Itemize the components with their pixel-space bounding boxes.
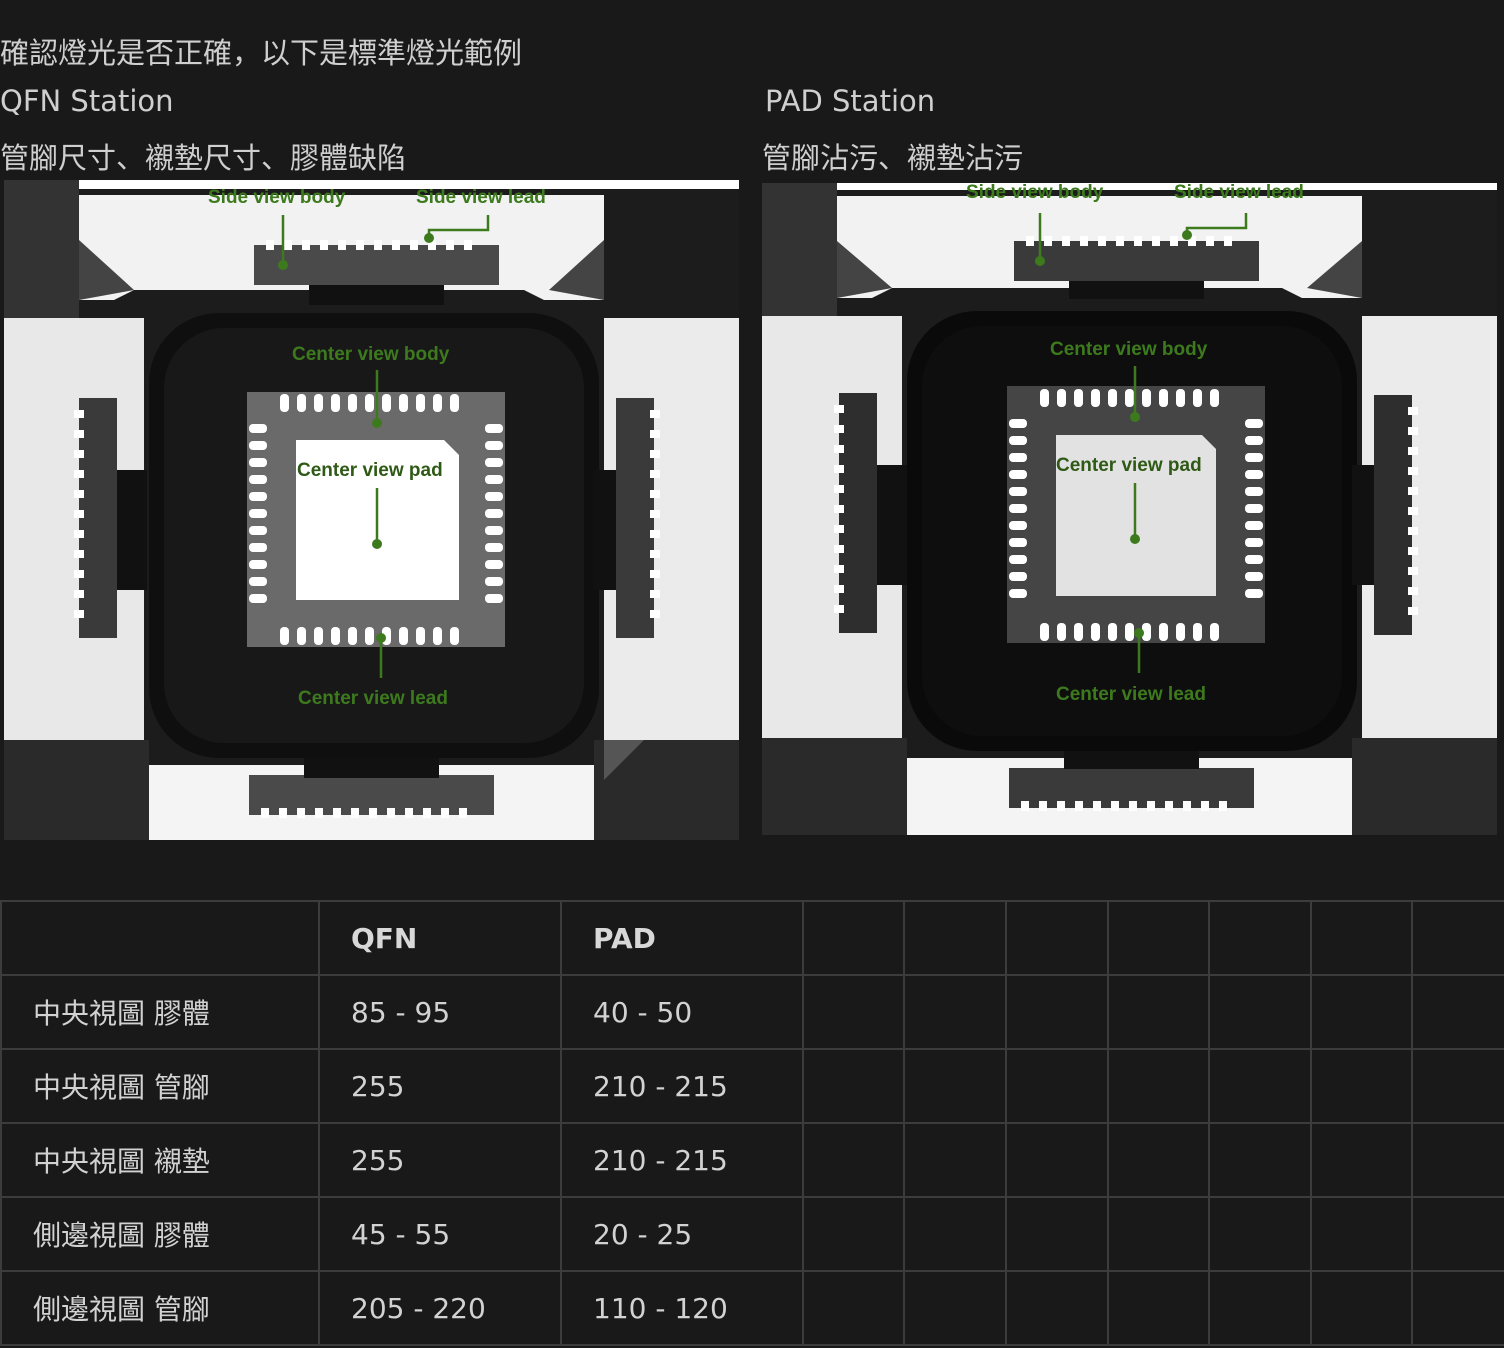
table-cell: 40 - 50	[560, 974, 804, 1050]
table-cell: 205 - 220	[318, 1270, 562, 1346]
empty-cell	[1107, 974, 1210, 1050]
empty-cell	[1005, 900, 1109, 976]
empty-cell	[1005, 1196, 1109, 1272]
pad-station-title: PAD Station	[765, 84, 936, 118]
empty-cell	[903, 1122, 1007, 1198]
empty-cell	[903, 1196, 1007, 1272]
empty-cell	[1208, 900, 1312, 976]
empty-cell	[903, 1270, 1007, 1346]
table-cell: 85 - 95	[318, 974, 562, 1050]
empty-cell	[1208, 1270, 1312, 1346]
table-cell: 中央視圖 管腳	[0, 1048, 320, 1124]
empty-cell	[1107, 900, 1210, 976]
pad-lighting-image: Side view body Side view lead Center vie…	[762, 183, 1497, 835]
empty-cell	[1411, 900, 1504, 976]
table-header-cell: PAD	[560, 900, 804, 976]
table-cell: 210 - 215	[560, 1122, 804, 1198]
empty-cell	[1310, 1048, 1413, 1124]
table-cell: 中央視圖 襯墊	[0, 1122, 320, 1198]
pad-label-side-body: Side view body	[966, 183, 1104, 203]
empty-cell	[1005, 974, 1109, 1050]
table-header-cell: QFN	[318, 900, 562, 976]
table-row: 側邊視圖 管腳 205 - 220 110 - 120	[0, 1270, 1504, 1346]
pad-label-side-lead: Side view lead	[1174, 183, 1304, 203]
pad-label-center-pad: Center view pad	[1056, 455, 1202, 476]
qfn-station-title: QFN Station	[0, 84, 174, 118]
table-row: 中央視圖 膠體 85 - 95 40 - 50	[0, 974, 1504, 1050]
qfn-label-side-lead: Side view lead	[416, 187, 546, 208]
empty-cell	[802, 1122, 905, 1198]
qfn-label-center-lead: Center view lead	[298, 688, 448, 709]
intro-text: 確認燈光是否正確，以下是標準燈光範例	[0, 36, 523, 70]
qfn-lighting-svg: Side view body Side view lead Center vie…	[4, 180, 739, 840]
empty-cell	[802, 974, 905, 1050]
table-cell: 110 - 120	[560, 1270, 804, 1346]
empty-cell	[1310, 974, 1413, 1050]
pad-label-center-lead: Center view lead	[1056, 684, 1206, 705]
qfn-label-center-body: Center view body	[292, 344, 450, 365]
qfn-label-center-pad: Center view pad	[297, 460, 443, 481]
table-cell: 255	[318, 1048, 562, 1124]
empty-cell	[1411, 1196, 1504, 1272]
empty-cell	[1208, 1048, 1312, 1124]
pad-station-description: 管腳沾污、襯墊沾污	[762, 141, 1024, 175]
qfn-station-description: 管腳尺寸、襯墊尺寸、膠體缺陷	[0, 141, 407, 175]
table-cell: 側邊視圖 管腳	[0, 1270, 320, 1346]
empty-cell	[903, 900, 1007, 976]
lighting-levels-table: QFN PAD 中央視圖 膠體 85 - 95 40 - 50 中央視圖 管腳 …	[0, 900, 1504, 1346]
empty-cell	[1208, 1122, 1312, 1198]
page: 確認燈光是否正確，以下是標準燈光範例 QFN Station PAD Stati…	[0, 0, 1504, 1348]
empty-cell	[1005, 1048, 1109, 1124]
empty-cell	[1208, 1196, 1312, 1272]
table-row: 中央視圖 管腳 255 210 - 215	[0, 1048, 1504, 1124]
empty-cell	[1310, 1270, 1413, 1346]
table-cell: 中央視圖 膠體	[0, 974, 320, 1050]
table-row: 側邊視圖 膠體 45 - 55 20 - 25	[0, 1196, 1504, 1272]
empty-cell	[903, 1048, 1007, 1124]
empty-cell	[1411, 1270, 1504, 1346]
table-cell: 側邊視圖 膠體	[0, 1196, 320, 1272]
empty-cell	[802, 900, 905, 976]
empty-cell	[1107, 1196, 1210, 1272]
empty-cell	[903, 974, 1007, 1050]
empty-cell	[1208, 974, 1312, 1050]
table-header-cell	[0, 900, 320, 976]
empty-cell	[802, 1196, 905, 1272]
table-cell: 45 - 55	[318, 1196, 562, 1272]
empty-cell	[1005, 1270, 1109, 1346]
empty-cell	[1310, 1196, 1413, 1272]
empty-cell	[802, 1270, 905, 1346]
table-cell: 255	[318, 1122, 562, 1198]
empty-cell	[1411, 1048, 1504, 1124]
empty-cell	[1107, 1270, 1210, 1346]
table-cell: 210 - 215	[560, 1048, 804, 1124]
empty-cell	[1107, 1122, 1210, 1198]
qfn-lighting-image: Side view body Side view lead Center vie…	[4, 180, 739, 840]
table-row: 中央視圖 襯墊 255 210 - 215	[0, 1122, 1504, 1198]
empty-cell	[1310, 900, 1413, 976]
table-header-row: QFN PAD	[0, 900, 1504, 976]
empty-cell	[1005, 1122, 1109, 1198]
table-cell: 20 - 25	[560, 1196, 804, 1272]
empty-cell	[802, 1048, 905, 1124]
empty-cell	[1107, 1048, 1210, 1124]
pad-label-center-body: Center view body	[1050, 339, 1208, 360]
pad-lighting-svg: Side view body Side view lead Center vie…	[762, 183, 1497, 835]
empty-cell	[1411, 1122, 1504, 1198]
qfn-label-side-body: Side view body	[208, 187, 346, 208]
empty-cell	[1411, 974, 1504, 1050]
empty-cell	[1310, 1122, 1413, 1198]
